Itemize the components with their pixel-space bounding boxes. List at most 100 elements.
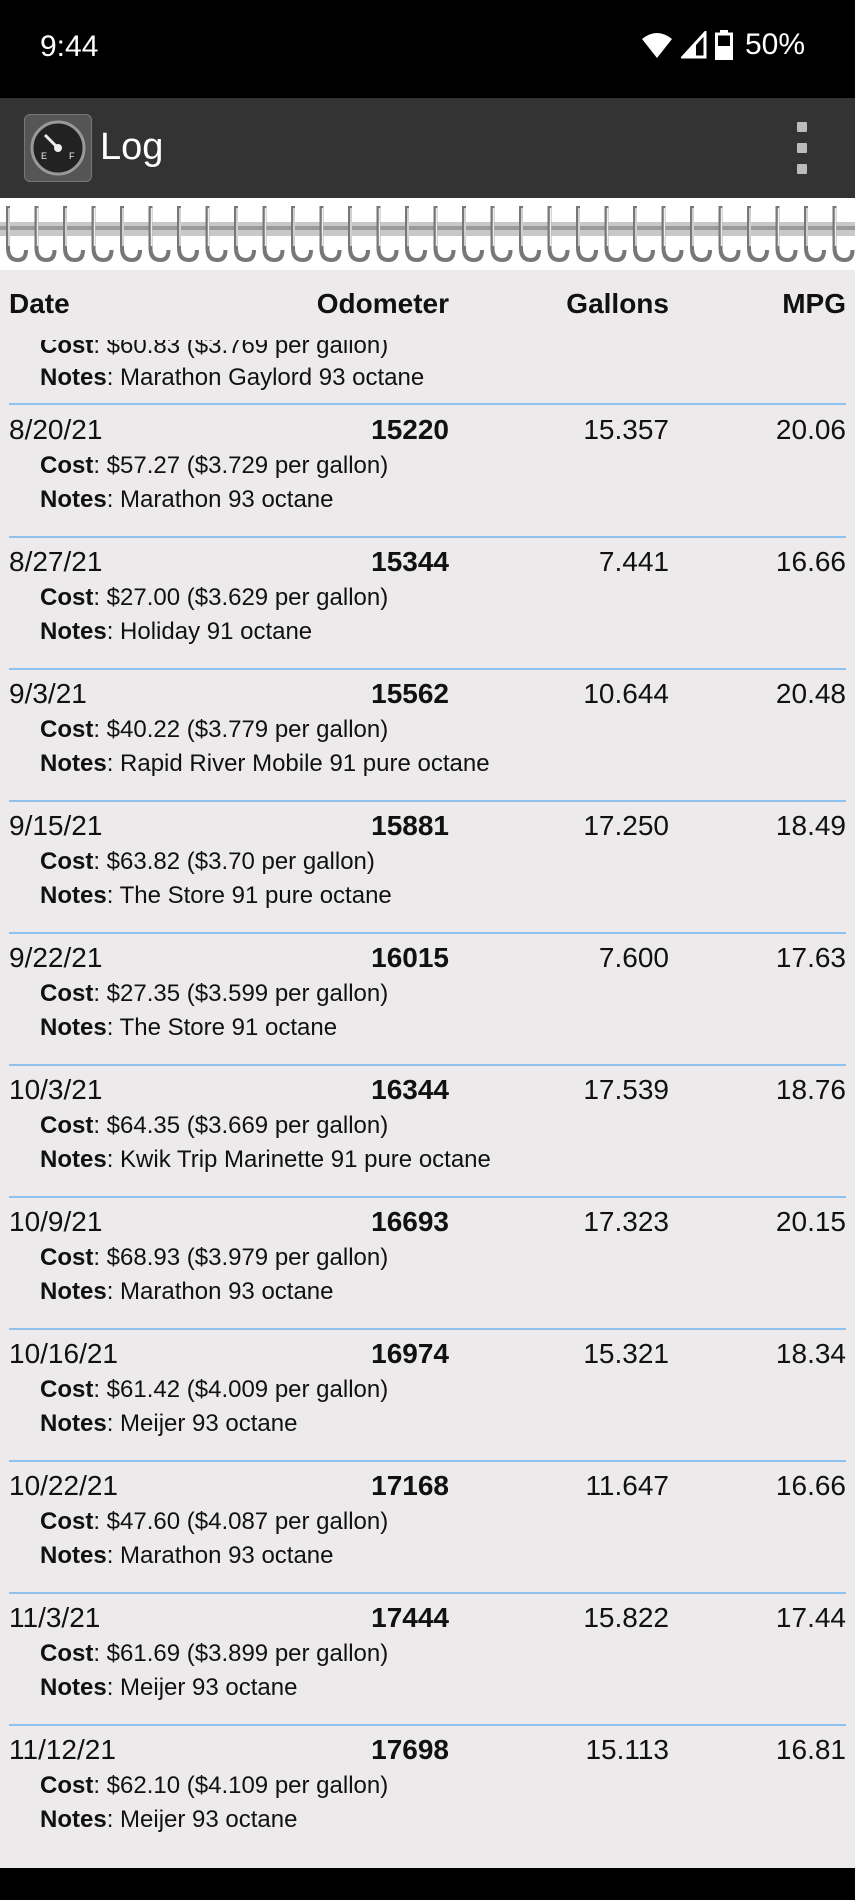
cost-value: : $57.27 ($3.729 per gallon) [93,452,389,479]
cost-label: Cost [40,452,94,479]
entry-gallons: 15.321 [583,1338,669,1369]
entry-date: 8/27/21 [9,546,103,577]
cost-label: Cost [40,716,94,743]
overflow-menu-icon[interactable] [795,122,809,174]
header-gallons[interactable]: Gallons [566,288,669,320]
fuel-gauge-icon[interactable]: E F [24,114,92,182]
log-entry[interactable]: 8/20/21 15220 15.357 20.06 Cost: $57.27 ($3.… [0,406,855,538]
notes-value: : Meijer 93 octane [106,1410,298,1437]
notes-value: : Meijer 93 octane [106,1674,298,1701]
log-entry[interactable]: 8/27/21 15344 7.441 16.66 Cost: $27.00 ($3.6… [0,538,855,670]
cost-label: Cost [40,1640,94,1667]
list-item[interactable]: Cost: $60.83 ($3.769 per gallon) Notes: … [0,340,855,404]
wifi-icon [641,33,672,58]
entry-mpg: 20.48 [775,678,846,709]
cost-label: Cost [40,1508,94,1535]
svg-text:E: E [41,151,47,161]
cost-value: : $64.35 ($3.669 per gallon) [93,1112,389,1139]
log-entry[interactable]: 9/15/21 15881 17.250 18.49 Cost: $63.82 ($3.… [0,802,855,934]
entry-odometer: 17698 [371,1734,449,1765]
log-list[interactable]: Date Odometer Gallons MPG Cost: $60.83 (… [0,270,855,1868]
column-header: Date Odometer Gallons MPG [0,270,855,340]
entry-date: 10/9/21 [9,1206,103,1237]
entry-mpg: 18.76 [775,1074,846,1105]
notes-label: Notes [40,1542,107,1569]
notes-value: : Marathon 93 octane [106,1542,334,1569]
entry-mpg: 17.44 [775,1602,846,1633]
notes-label: Notes [40,1674,107,1701]
cost-value: : $60.83 ($3.769 per gallon) [93,340,389,359]
notes-label: Notes [40,1146,107,1173]
log-entry[interactable]: 10/22/21 17168 11.647 16.66 Cost: $47.60 ($4… [0,1462,855,1594]
battery-icon [714,30,733,60]
entry-gallons: 7.441 [598,546,669,577]
cost-value: : $63.82 ($3.70 per gallon) [93,848,375,875]
entry-mpg: 18.34 [775,1338,846,1369]
cost-value: : $68.93 ($3.979 per gallon) [93,1244,389,1271]
cost-label: Cost [40,848,94,875]
entry-date: 9/15/21 [9,810,103,841]
log-entry[interactable]: 11/3/21 17444 15.822 17.44 Cost: $61.69 ($3.… [0,1594,855,1726]
log-entry[interactable]: 10/16/21 16974 15.321 18.34 Cost: $61.42 ($4… [0,1330,855,1462]
notes-label: Notes [40,1278,107,1305]
notes-value: : Marathon 93 octane [106,486,334,513]
entry-gallons: 15.113 [585,1734,669,1765]
cost-label: Cost [40,584,94,611]
log-entry[interactable]: 10/9/21 16693 17.323 20.15 Cost: $68.93 ($3.… [0,1198,855,1330]
cell-signal-icon [680,31,707,59]
notes-value: : Marathon 93 octane [106,1278,334,1305]
entry-gallons: 17.250 [583,810,669,841]
header-date[interactable]: Date [9,288,70,320]
notes-value: : The Store 91 octane [106,1014,338,1041]
log-entry[interactable]: 9/22/21 16015 7.600 17.63 Cost: $27.35 ($3.5… [0,934,855,1066]
entry-odometer: 15881 [371,810,449,841]
app-bar: E F Log [0,98,855,198]
entry-mpg: 16.66 [775,1470,846,1501]
entry-gallons: 15.357 [583,414,669,445]
entry-gallons: 7.600 [598,942,669,973]
entry-odometer: 15220 [371,414,449,445]
entry-date: 11/3/21 [9,1602,101,1633]
notes-label: Notes [40,750,107,777]
header-mpg[interactable]: MPG [782,288,846,320]
log-entry[interactable]: 10/3/21 16344 17.539 18.76 Cost: $64.35 ($3.… [0,1066,855,1198]
notes-value: : Kwik Trip Marinette 91 pure octane [106,1146,491,1173]
notes-value: : Rapid River Mobile 91 pure octane [106,750,490,777]
log-entry[interactable]: 11/12/21 17698 15.113 16.81 Cost: $62.10 ($4… [0,1726,855,1858]
header-odometer[interactable]: Odometer [317,288,449,320]
notes-value: : Holiday 91 octane [106,618,313,645]
battery-percent: 50% [744,28,805,61]
divider [9,403,846,405]
notes-label: Notes [40,1806,107,1833]
notes-label: Notes [40,1410,107,1437]
entry-mpg: 20.06 [775,414,846,445]
cost-label: Cost [40,1376,94,1403]
cost-value: : $27.35 ($3.599 per gallon) [93,980,389,1007]
notes-label: Notes [40,486,107,513]
cost-value: : $61.42 ($4.009 per gallon) [93,1376,389,1403]
cost-value: : $61.69 ($3.899 per gallon) [93,1640,389,1667]
entry-date: 10/22/21 [9,1470,118,1501]
log-entry[interactable]: 9/3/21 15562 10.644 20.48 Cost: $40.22 ($3.7… [0,670,855,802]
cost-value: : $62.10 ($4.109 per gallon) [93,1772,389,1799]
entry-odometer: 16974 [371,1338,449,1369]
entry-date: 10/16/21 [9,1338,118,1369]
notes-label: Notes [40,882,107,909]
entry-odometer: 15562 [371,678,449,709]
entry-date: 11/12/21 [9,1734,116,1765]
entry-mpg: 17.63 [775,942,846,973]
notes-value: : Marathon Gaylord 93 octane [106,364,425,391]
entry-gallons: 10.644 [583,678,669,709]
notes-value: : The Store 91 pure octane [106,882,392,909]
entry-odometer: 16693 [371,1206,449,1237]
svg-text:F: F [69,151,75,161]
entry-mpg: 16.66 [775,546,846,577]
cost-label: Cost [40,1112,94,1139]
cost-label: Cost [40,1244,94,1271]
navigation-bar [0,1868,855,1900]
entry-mpg: 16.81 [775,1734,846,1765]
entry-odometer: 17444 [371,1602,449,1633]
entry-odometer: 16344 [371,1074,449,1105]
notes-label: Notes [40,1014,107,1041]
notes-value: : Meijer 93 octane [106,1806,298,1833]
